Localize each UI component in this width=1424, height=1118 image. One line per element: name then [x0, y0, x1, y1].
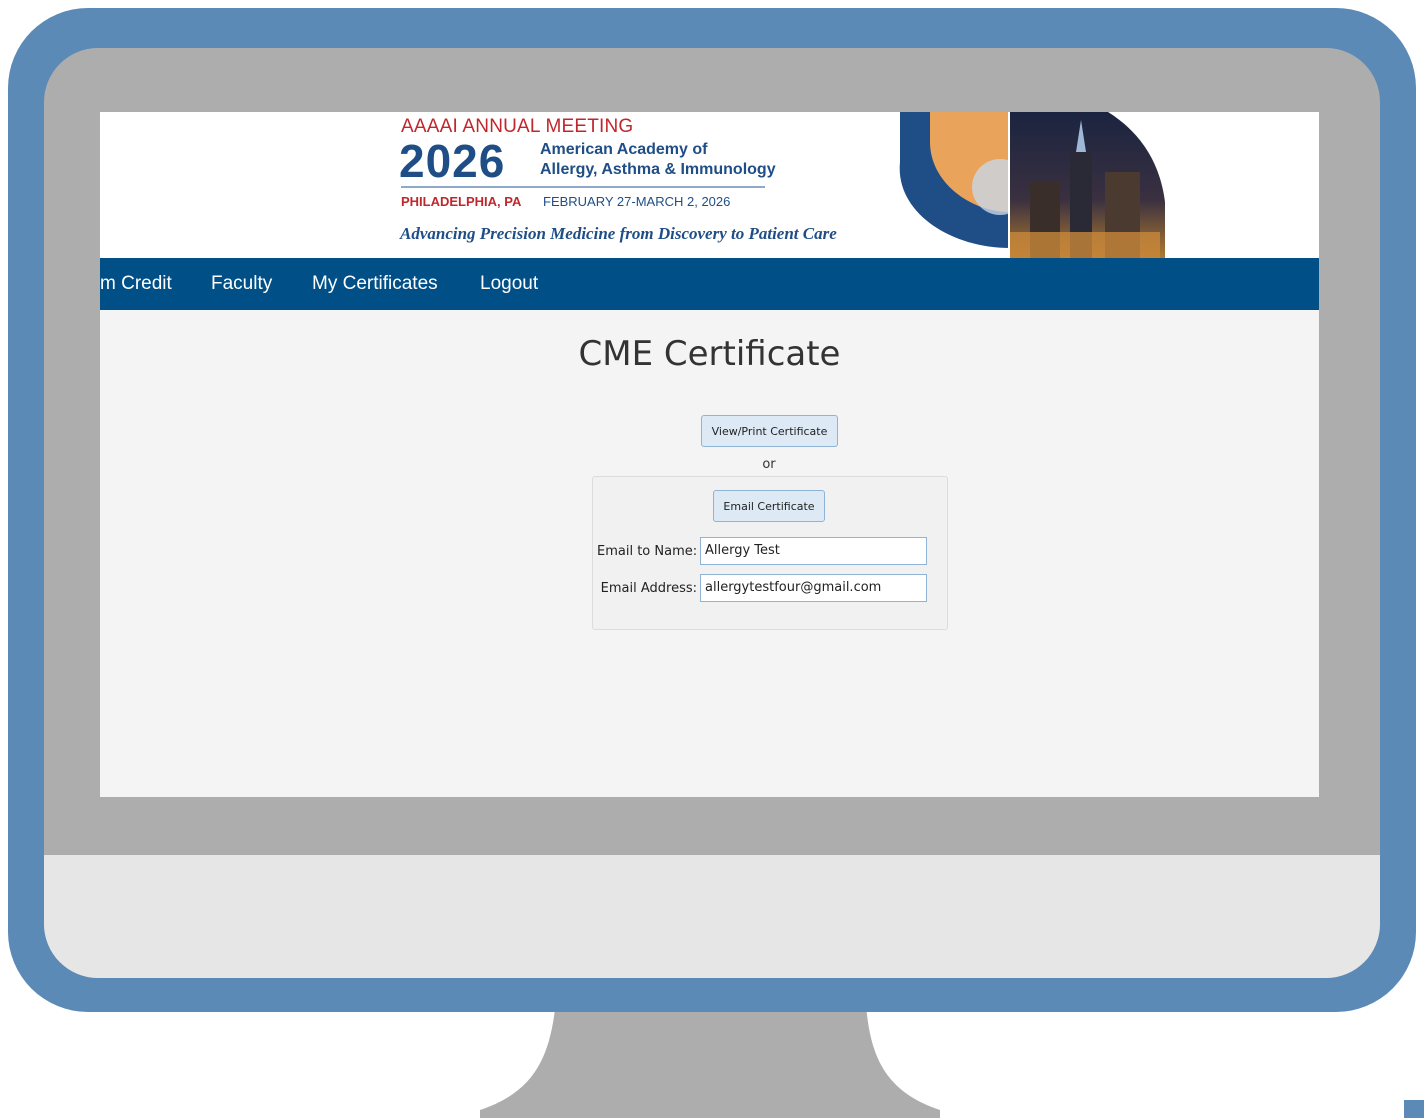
nav-item-faculty[interactable]: Faculty — [211, 258, 272, 310]
email-address-label: Email Address: — [600, 581, 697, 596]
meeting-dates: FEBRUARY 27-MARCH 2, 2026 — [543, 194, 731, 209]
meeting-tagline: Advancing Precision Medicine from Discov… — [400, 224, 837, 243]
email-certificate-button[interactable]: Email Certificate — [713, 490, 825, 522]
main-navbar: m Credit Faculty My Certificates Logout — [100, 258, 1319, 310]
header-city-image — [899, 112, 1165, 258]
email-to-name-label: Email to Name: — [597, 544, 698, 559]
browser-viewport: AAAAI ANNUAL MEETING 2026 American Acade… — [100, 112, 1319, 797]
nav-item-logout[interactable]: Logout — [480, 258, 538, 310]
view-print-certificate-button[interactable]: View/Print Certificate — [701, 415, 838, 447]
or-separator: or — [762, 457, 776, 472]
org-name-line1: American Academy of — [540, 141, 708, 158]
email-to-name-input[interactable]: Allergy Test — [700, 537, 927, 565]
email-address-input[interactable]: allergytestfour@gmail.com — [700, 574, 927, 602]
page-title: CME Certificate — [578, 334, 841, 374]
nav-item-my-certificates[interactable]: My Certificates — [312, 258, 438, 310]
logo-divider — [401, 186, 765, 188]
nav-item-claim-credit[interactable]: m Credit — [100, 258, 172, 310]
site-header: AAAAI ANNUAL MEETING 2026 American Acade… — [100, 112, 1319, 258]
meeting-city: PHILADELPHIA, PA — [401, 194, 522, 209]
meeting-year: 2026 — [399, 135, 506, 187]
monitor-chin — [44, 855, 1380, 978]
org-name-line2: Allergy, Asthma & Immunology — [540, 161, 776, 178]
